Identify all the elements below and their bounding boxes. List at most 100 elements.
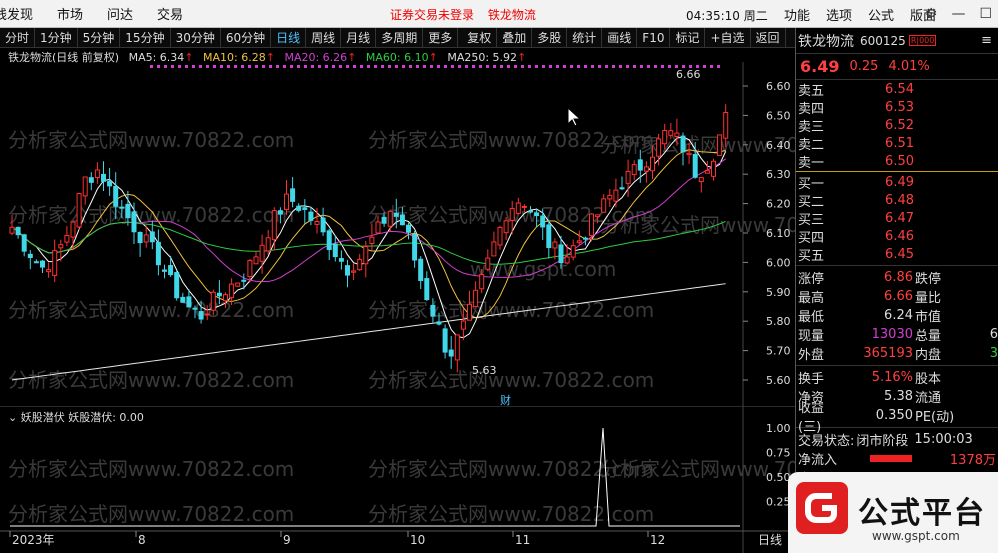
toolbar-19[interactable]: 返回 [751, 27, 786, 48]
toolbar-3[interactable]: 15分钟 [120, 27, 171, 48]
candle-body [52, 250, 58, 276]
low-label: 5.63 [472, 364, 497, 377]
toolbar-17[interactable]: 标记 [670, 27, 706, 48]
login-status[interactable]: 证券交易未登录 [390, 8, 474, 22]
period-toolbar: 分时 1分钟 5分钟 15分钟 30分钟 60分钟 日线 周线 月线 多周期 更多 复权 叠加 多股 统计画… [0, 27, 795, 48]
dot [374, 65, 377, 68]
candle-body [168, 265, 174, 276]
ask-row[interactable]: 卖三 6.52 [796, 116, 998, 135]
candle-body [290, 188, 296, 202]
stat-value: 5.16% [871, 370, 913, 385]
toolbar-9[interactable]: 多周期 [376, 27, 424, 48]
candle-body [113, 185, 119, 207]
toolbar-11[interactable]: 复权 [462, 27, 498, 48]
ask-price: 6.53 [885, 99, 914, 115]
maximize-icon[interactable]: ☐ [979, 6, 992, 22]
toolbar-14[interactable]: 统计 [567, 27, 603, 48]
toolbar-6[interactable]: 日线 [271, 27, 307, 48]
bid-row[interactable]: 买三 6.47 [796, 209, 998, 228]
bid-row[interactable]: 买四 6.46 [796, 227, 998, 246]
candle-body [692, 154, 698, 178]
toolbar-2[interactable]: 5分钟 [78, 27, 121, 48]
candle-body [107, 180, 113, 187]
dot [542, 65, 545, 68]
candle-body [9, 226, 15, 234]
menu-icon[interactable]: ≡ [981, 33, 992, 48]
bid-label: 买五 [798, 248, 825, 264]
candle-body [381, 216, 387, 224]
candle-body [375, 221, 381, 234]
menu-trade[interactable]: 交易 [145, 4, 195, 23]
ask-row[interactable]: 卖五 6.54 [796, 80, 998, 99]
menu-wenda[interactable]: 问达 [95, 4, 145, 23]
dot [507, 65, 510, 68]
kline-chart[interactable]: 分析家公式网www.70822.com 分析家公式网www.70822.com 分析… [0, 62, 795, 406]
dot [458, 65, 461, 68]
toolbar-12[interactable]: 叠加 [497, 27, 533, 48]
candle-body [552, 241, 558, 249]
toolbar-16[interactable]: F10 [637, 27, 671, 48]
dot [283, 65, 286, 68]
watermark-text: 分析家公式网www.70822.com [368, 298, 654, 322]
dot [584, 65, 587, 68]
last-price: 6.49 [800, 57, 840, 76]
ask-row[interactable]: 卖一 6.50 [796, 152, 998, 171]
candle-body [149, 231, 155, 243]
dot [556, 65, 559, 68]
settings-icon[interactable]: ⚙ [925, 6, 938, 22]
date-label: 2023年 [12, 533, 55, 547]
dot [570, 65, 573, 68]
candle-body [558, 244, 564, 264]
menu-market[interactable]: 市场 [45, 4, 95, 23]
stat-label: 流通 [915, 391, 942, 406]
dot [437, 65, 440, 68]
price-change-pct: 4.01% [888, 59, 930, 74]
price-tick-label: 5.70 [766, 345, 791, 358]
toolbar-13[interactable]: 多股 [532, 27, 568, 48]
toolbar-18[interactable]: +自选 [705, 27, 751, 48]
toolbar-10[interactable]: 更多 [423, 27, 459, 48]
candle-body [674, 132, 680, 138]
bid-row[interactable]: 买一 6.49 [796, 173, 998, 192]
dot [290, 65, 293, 68]
menu-options[interactable]: 选项 [818, 5, 860, 24]
bid-price: 6.48 [885, 192, 914, 208]
toolbar-15[interactable]: 画线 [602, 27, 638, 48]
menu-discover[interactable]: 线发现 [0, 4, 45, 23]
toolbar-5[interactable]: 60分钟 [221, 27, 272, 48]
candle-body [64, 234, 70, 243]
dot [500, 65, 503, 68]
toolbar-7[interactable]: 周线 [306, 27, 342, 48]
dot [612, 65, 615, 68]
stat-value: 0.350 [875, 408, 913, 423]
stock-name: 铁龙物流 [798, 33, 854, 50]
toolbar-0[interactable]: 分时 [0, 27, 36, 48]
candle-body [631, 164, 637, 176]
menu-function[interactable]: 功能 [776, 5, 818, 24]
candle-body [119, 206, 125, 209]
ask-price: 6.50 [885, 153, 914, 169]
stats-block-2: 换手 5.16% 股本 净资 5.38 流通 收益(三) 0.350 PE(动) [796, 368, 998, 435]
indicator-chart[interactable]: 分析家公式网www.70822.com 分析家公式网www.70822.com 分析… [0, 406, 795, 553]
ask-row[interactable]: 卖四 6.53 [796, 98, 998, 117]
dot [227, 65, 230, 68]
toolbar-4[interactable]: 30分钟 [171, 27, 221, 48]
candle-body [467, 303, 472, 321]
toolbar-8[interactable]: 月线 [341, 27, 377, 48]
bid-row[interactable]: 买五 6.45 [796, 245, 998, 264]
candle-body [326, 230, 332, 251]
dot [318, 65, 321, 68]
dot [521, 65, 524, 68]
bid-row[interactable]: 买二 6.48 [796, 191, 998, 210]
minimize-icon[interactable]: — [951, 6, 965, 22]
candle-body [27, 253, 33, 258]
dot [325, 65, 328, 68]
toolbar-1[interactable]: 1分钟 [35, 27, 78, 48]
ask-row[interactable]: 卖二 6.51 [796, 134, 998, 153]
dot [311, 65, 314, 68]
menu-formula[interactable]: 公式 [860, 5, 902, 24]
candle-body [70, 221, 76, 238]
candle-body [625, 170, 631, 184]
indicator-tick-label: 0.75 [766, 447, 791, 460]
finance-marker[interactable]: 财 [500, 393, 511, 406]
